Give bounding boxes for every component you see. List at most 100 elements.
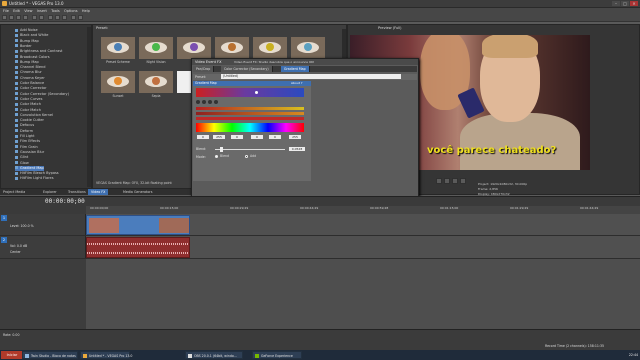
- stop-color-bar-3[interactable]: [196, 117, 304, 120]
- preset-thumbnail[interactable]: [291, 37, 325, 59]
- reset-icon[interactable]: [214, 100, 218, 104]
- paste-icon[interactable]: [62, 15, 67, 20]
- dock-tab[interactable]: Project Media: [0, 189, 28, 195]
- value-field-2[interactable]: 255: [213, 135, 225, 139]
- undo-icon[interactable]: [32, 15, 37, 20]
- fx-tree-item[interactable]: Border: [15, 44, 32, 49]
- copy-icon[interactable]: [55, 15, 60, 20]
- fx-tree-item[interactable]: Black and White: [15, 33, 48, 38]
- fx-tree-item[interactable]: Add Noise: [15, 28, 38, 33]
- fx-tree-item[interactable]: Bump Map: [15, 39, 39, 44]
- tree-scrollbar[interactable]: [87, 27, 91, 187]
- fx-tree-item[interactable]: Chroma Keyer: [15, 76, 45, 81]
- flip-icon[interactable]: [208, 100, 212, 104]
- value-field-3[interactable]: 0: [231, 135, 243, 139]
- blend-value[interactable]: 0.0528: [289, 147, 305, 151]
- audio-track[interactable]: 2 Vol: 0.0 dB Center: [0, 236, 640, 259]
- play-icon[interactable]: [444, 178, 450, 184]
- fx-tree-item[interactable]: HitFilm Light Flares: [15, 176, 54, 181]
- help-icon[interactable]: [78, 15, 83, 20]
- preset-thumbnail[interactable]: [215, 37, 249, 59]
- render-icon[interactable]: [71, 15, 76, 20]
- maximize-button[interactable]: □: [621, 1, 629, 6]
- new-project-icon[interactable]: [2, 15, 7, 20]
- value-field-6[interactable]: 255: [289, 135, 301, 139]
- fx-tree-item[interactable]: Color Curves: [15, 97, 42, 102]
- stop-icon[interactable]: [460, 178, 466, 184]
- fx-tree-item[interactable]: Convolution Kernel: [15, 113, 53, 118]
- chain-pan-crop[interactable]: Pan/Crop: [193, 66, 215, 72]
- video-clip[interactable]: [86, 215, 190, 235]
- fx-tree-item[interactable]: Color Match: [15, 102, 41, 107]
- task-obs[interactable]: OBS 20.0.1 (64bit, windo...: [185, 351, 243, 359]
- volume-label[interactable]: Vol: 0.0 dB: [10, 244, 27, 248]
- fx-tree-item[interactable]: Gradient Map: [15, 165, 44, 171]
- close-button[interactable]: ✕: [630, 1, 638, 6]
- dock-tab[interactable]: Transitions: [65, 189, 89, 195]
- dock-tab[interactable]: Video FX: [88, 189, 109, 195]
- time-ruler[interactable]: 00:00:00;00 00:00:15;00 00:00:29;29 00:00:4…: [86, 206, 640, 214]
- stop-color-bar-2[interactable]: [196, 112, 304, 115]
- preset-thumbnail[interactable]: [101, 37, 135, 59]
- preset-thumbnail[interactable]: [139, 71, 173, 93]
- minimize-button[interactable]: –: [612, 1, 620, 6]
- hue-spectrum[interactable]: [196, 123, 304, 132]
- fx-tree-item[interactable]: Channel Blend: [15, 65, 45, 70]
- fx-tree-item[interactable]: Defocus: [15, 123, 34, 128]
- fx-tree-item[interactable]: Glow: [15, 161, 29, 166]
- fx-tree-item[interactable]: Cookie Cutter: [15, 118, 44, 123]
- properties-icon[interactable]: [23, 15, 28, 20]
- dock-tab[interactable]: Media Generators: [120, 189, 155, 195]
- fx-tree-item[interactable]: Film Effects: [15, 139, 40, 144]
- fx-tree-item[interactable]: Color Match: [15, 108, 41, 113]
- chain-gradient-map[interactable]: Gradient Map: [281, 66, 310, 72]
- about-link[interactable]: About ?: [291, 81, 302, 86]
- gradient-bar[interactable]: [196, 88, 304, 97]
- audio-clip[interactable]: [86, 237, 190, 258]
- gradient-stop-marker[interactable]: [255, 91, 258, 94]
- fx-tree-item[interactable]: Brightness and Contrast: [15, 49, 62, 54]
- cut-icon[interactable]: [48, 15, 53, 20]
- video-level-label[interactable]: Level: 100.0 %: [10, 224, 34, 228]
- add-stop-icon[interactable]: [196, 100, 200, 104]
- pause-icon[interactable]: [452, 178, 458, 184]
- fx-tree-item[interactable]: Bump Map: [15, 60, 39, 65]
- fx-tree-item[interactable]: Broadcast Colors: [15, 55, 50, 60]
- pan-label[interactable]: Center: [10, 250, 21, 254]
- video-track[interactable]: 1 Level: 100.0 %: [0, 214, 640, 236]
- fx-tree-item[interactable]: HitFilm Bleach Bypass: [15, 171, 59, 176]
- remove-stop-icon[interactable]: [202, 100, 206, 104]
- fx-tree-item[interactable]: Color Corrector (Secondary): [15, 92, 69, 97]
- value-field-1[interactable]: 0: [197, 135, 209, 139]
- task-vegas[interactable]: Untitled * - VEGAS Pro 13.0: [80, 351, 132, 359]
- fx-tree-item[interactable]: Color Corrector: [15, 86, 47, 91]
- mode-blend-radio[interactable]: [215, 155, 218, 158]
- mode-add-radio[interactable]: [245, 155, 248, 158]
- save-icon[interactable]: [16, 15, 21, 20]
- fx-tree-item[interactable]: Fill Light: [15, 134, 35, 139]
- dock-tab[interactable]: Explorer: [40, 189, 60, 195]
- chain-color-corrector-secondary[interactable]: Color Corrector (Secondary): [221, 66, 273, 72]
- task-notepad[interactable]: Twin Studio - Bloco de notas: [22, 351, 78, 359]
- stop-color-bar-1[interactable]: [196, 107, 304, 110]
- task-geforce[interactable]: GeForce Experience: [252, 351, 302, 359]
- preset-dropdown[interactable]: (Untitled): [221, 74, 401, 79]
- fx-tree-item[interactable]: Film Grain: [15, 145, 38, 150]
- fx-tree-item[interactable]: Glint: [15, 155, 28, 160]
- value-field-5[interactable]: 0: [269, 135, 281, 139]
- blend-slider-handle[interactable]: [220, 147, 223, 152]
- fx-tree-item[interactable]: Gaussian Blur: [15, 150, 44, 155]
- value-field-4[interactable]: 0: [251, 135, 263, 139]
- fx-tree-item[interactable]: Deform: [15, 129, 33, 134]
- start-button[interactable]: Iniciar: [1, 351, 23, 359]
- fx-tree-item[interactable]: Color Balance: [15, 81, 44, 86]
- preset-thumbnail[interactable]: [177, 37, 211, 59]
- blend-slider[interactable]: [215, 149, 285, 150]
- preset-thumbnail[interactable]: [139, 37, 173, 59]
- preset-thumbnail[interactable]: [253, 37, 287, 59]
- loop-icon[interactable]: [436, 178, 442, 184]
- fx-tree-item[interactable]: Chroma Blur: [15, 70, 42, 75]
- redo-icon[interactable]: [39, 15, 44, 20]
- open-icon[interactable]: [9, 15, 14, 20]
- preview-quality[interactable]: Preview (Full): [378, 26, 401, 30]
